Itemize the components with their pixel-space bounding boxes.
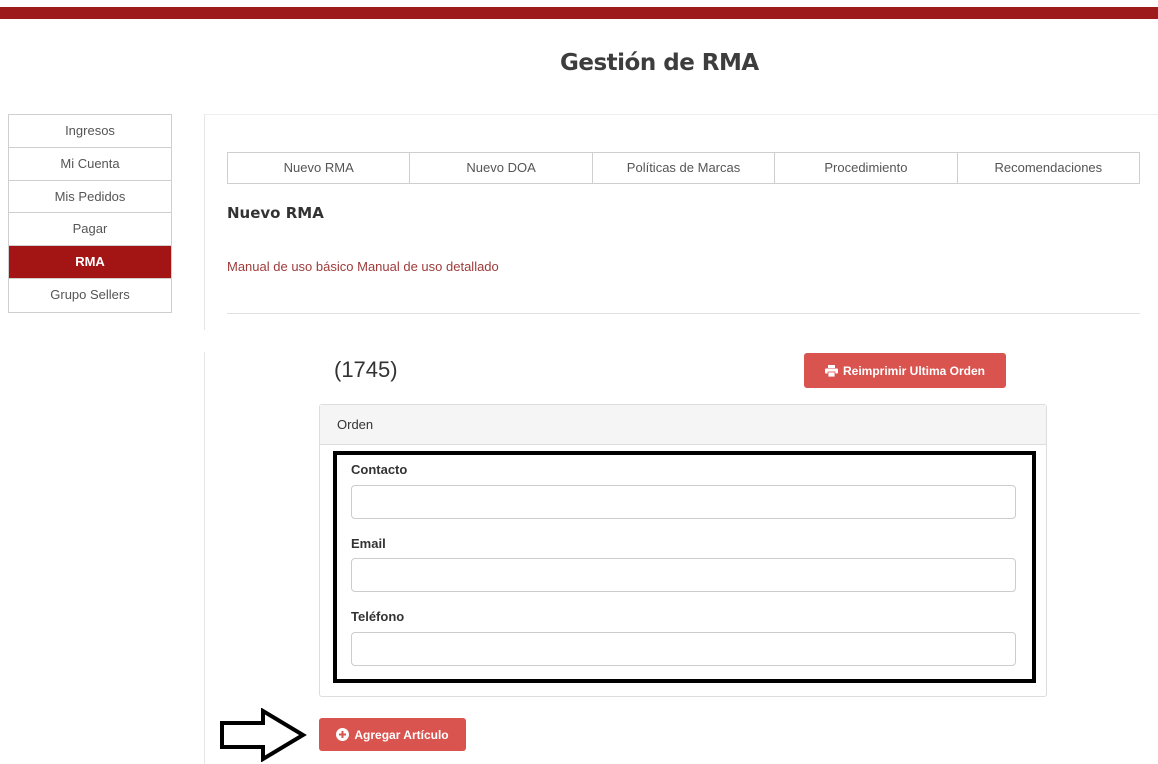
manual-links: Manual de uso básico Manual de uso detal…: [227, 259, 499, 274]
sidebar-item-mis-pedidos[interactable]: Mis Pedidos: [9, 181, 171, 214]
content-top-divider: [204, 114, 1158, 115]
manual-basic-link[interactable]: Manual de uso básico: [227, 259, 353, 274]
order-panel-title: Orden: [320, 405, 1046, 445]
tab-procedimiento[interactable]: Procedimiento: [775, 153, 958, 183]
sidebar-item-rma[interactable]: RMA: [9, 246, 171, 279]
email-label: Email: [351, 536, 386, 551]
order-number: (1745): [334, 357, 398, 382]
add-article-label: Agregar Artículo: [354, 727, 449, 742]
print-icon: [824, 364, 838, 377]
tab-nuevo-doa[interactable]: Nuevo DOA: [410, 153, 593, 183]
tab-politicas-de-marcas[interactable]: Políticas de Marcas: [593, 153, 776, 183]
telefono-field[interactable]: [351, 632, 1016, 666]
arrow-right-outline-icon: [220, 708, 307, 762]
sidebar-menu: Ingresos Mi Cuenta Mis Pedidos Pagar RMA…: [8, 114, 172, 313]
contacto-field[interactable]: [351, 485, 1016, 519]
page-title: Gestión de RMA: [560, 50, 759, 76]
manual-detailed-link[interactable]: Manual de uso detallado: [357, 259, 499, 274]
contacto-label: Contacto: [351, 462, 408, 477]
sidebar-item-grupo-sellers[interactable]: Grupo Sellers: [9, 279, 171, 312]
brand-stripe: [0, 7, 1158, 19]
section-title: Nuevo RMA: [227, 204, 324, 222]
email-field[interactable]: [351, 558, 1016, 592]
plus-circle-icon: [336, 728, 350, 741]
content-left-border: [204, 115, 205, 330]
content-left-border-lower: [204, 352, 205, 764]
section-divider: [227, 313, 1140, 314]
tab-nuevo-rma[interactable]: Nuevo RMA: [228, 153, 411, 183]
reprint-last-order-button[interactable]: Reimprimir Ultima Orden: [804, 353, 1006, 388]
sidebar-item-pagar[interactable]: Pagar: [9, 213, 171, 247]
sidebar-item-ingresos[interactable]: Ingresos: [9, 115, 171, 148]
reprint-label: Reimprimir Ultima Orden: [842, 363, 986, 378]
top-bar: [0, 0, 1158, 19]
add-article-button[interactable]: Agregar Artículo: [319, 718, 466, 751]
telefono-label: Teléfono: [351, 609, 405, 624]
rma-tabs: Nuevo RMA Nuevo DOA Políticas de Marcas …: [227, 152, 1140, 184]
sidebar-item-mi-cuenta[interactable]: Mi Cuenta: [9, 148, 171, 181]
tab-recomendaciones[interactable]: Recomendaciones: [958, 153, 1139, 183]
